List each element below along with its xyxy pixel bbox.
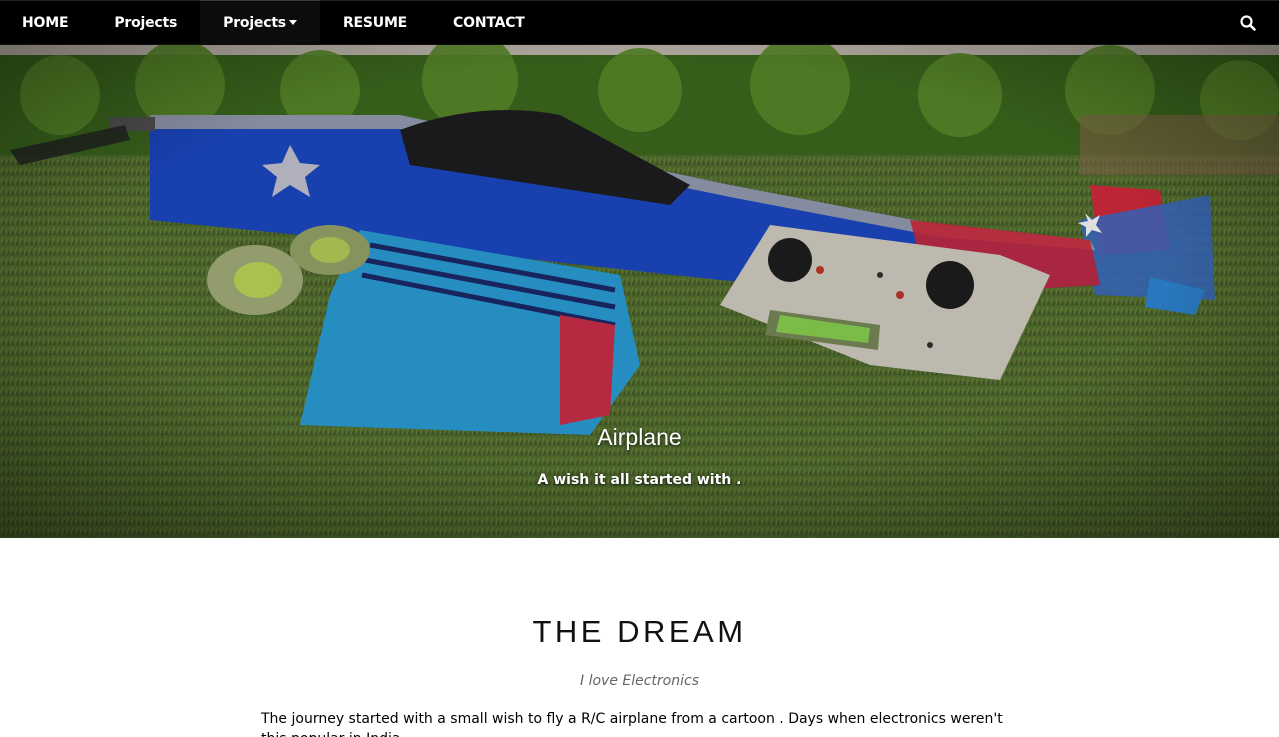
nav-projects[interactable]: Projects — [91, 0, 200, 45]
top-navbar: HOME Projects Projects RESUME CONTACT — [0, 0, 1279, 45]
nav-resume[interactable]: RESUME — [320, 0, 430, 45]
search-button[interactable] — [1239, 14, 1257, 32]
search-icon — [1240, 15, 1256, 31]
nav-projects-label: Projects — [114, 14, 178, 31]
nav-resume-label: RESUME — [342, 14, 408, 31]
nav-contact[interactable]: CONTACT — [430, 0, 548, 45]
nav-home-label: HOME — [22, 14, 69, 31]
hero-airplane-photo — [0, 45, 1279, 538]
hero-subtitle: A wish it all started with . — [537, 472, 742, 488]
section-title: THE DREAM — [532, 614, 747, 649]
nav-projects-dropdown-label: Projects — [223, 15, 286, 31]
hero-title: Airplane — [597, 424, 682, 450]
caret-down-icon — [288, 19, 297, 25]
nav-home[interactable]: HOME — [0, 0, 91, 45]
nav-contact-label: CONTACT — [453, 14, 525, 31]
nav-projects-dropdown[interactable]: Projects — [200, 0, 320, 45]
hero-banner: Airplane A wish it all started with . — [0, 45, 1279, 538]
section-subtitle: I love Electronics — [580, 673, 699, 689]
section-body-text: The journey started with a small wish to… — [261, 711, 1003, 737]
